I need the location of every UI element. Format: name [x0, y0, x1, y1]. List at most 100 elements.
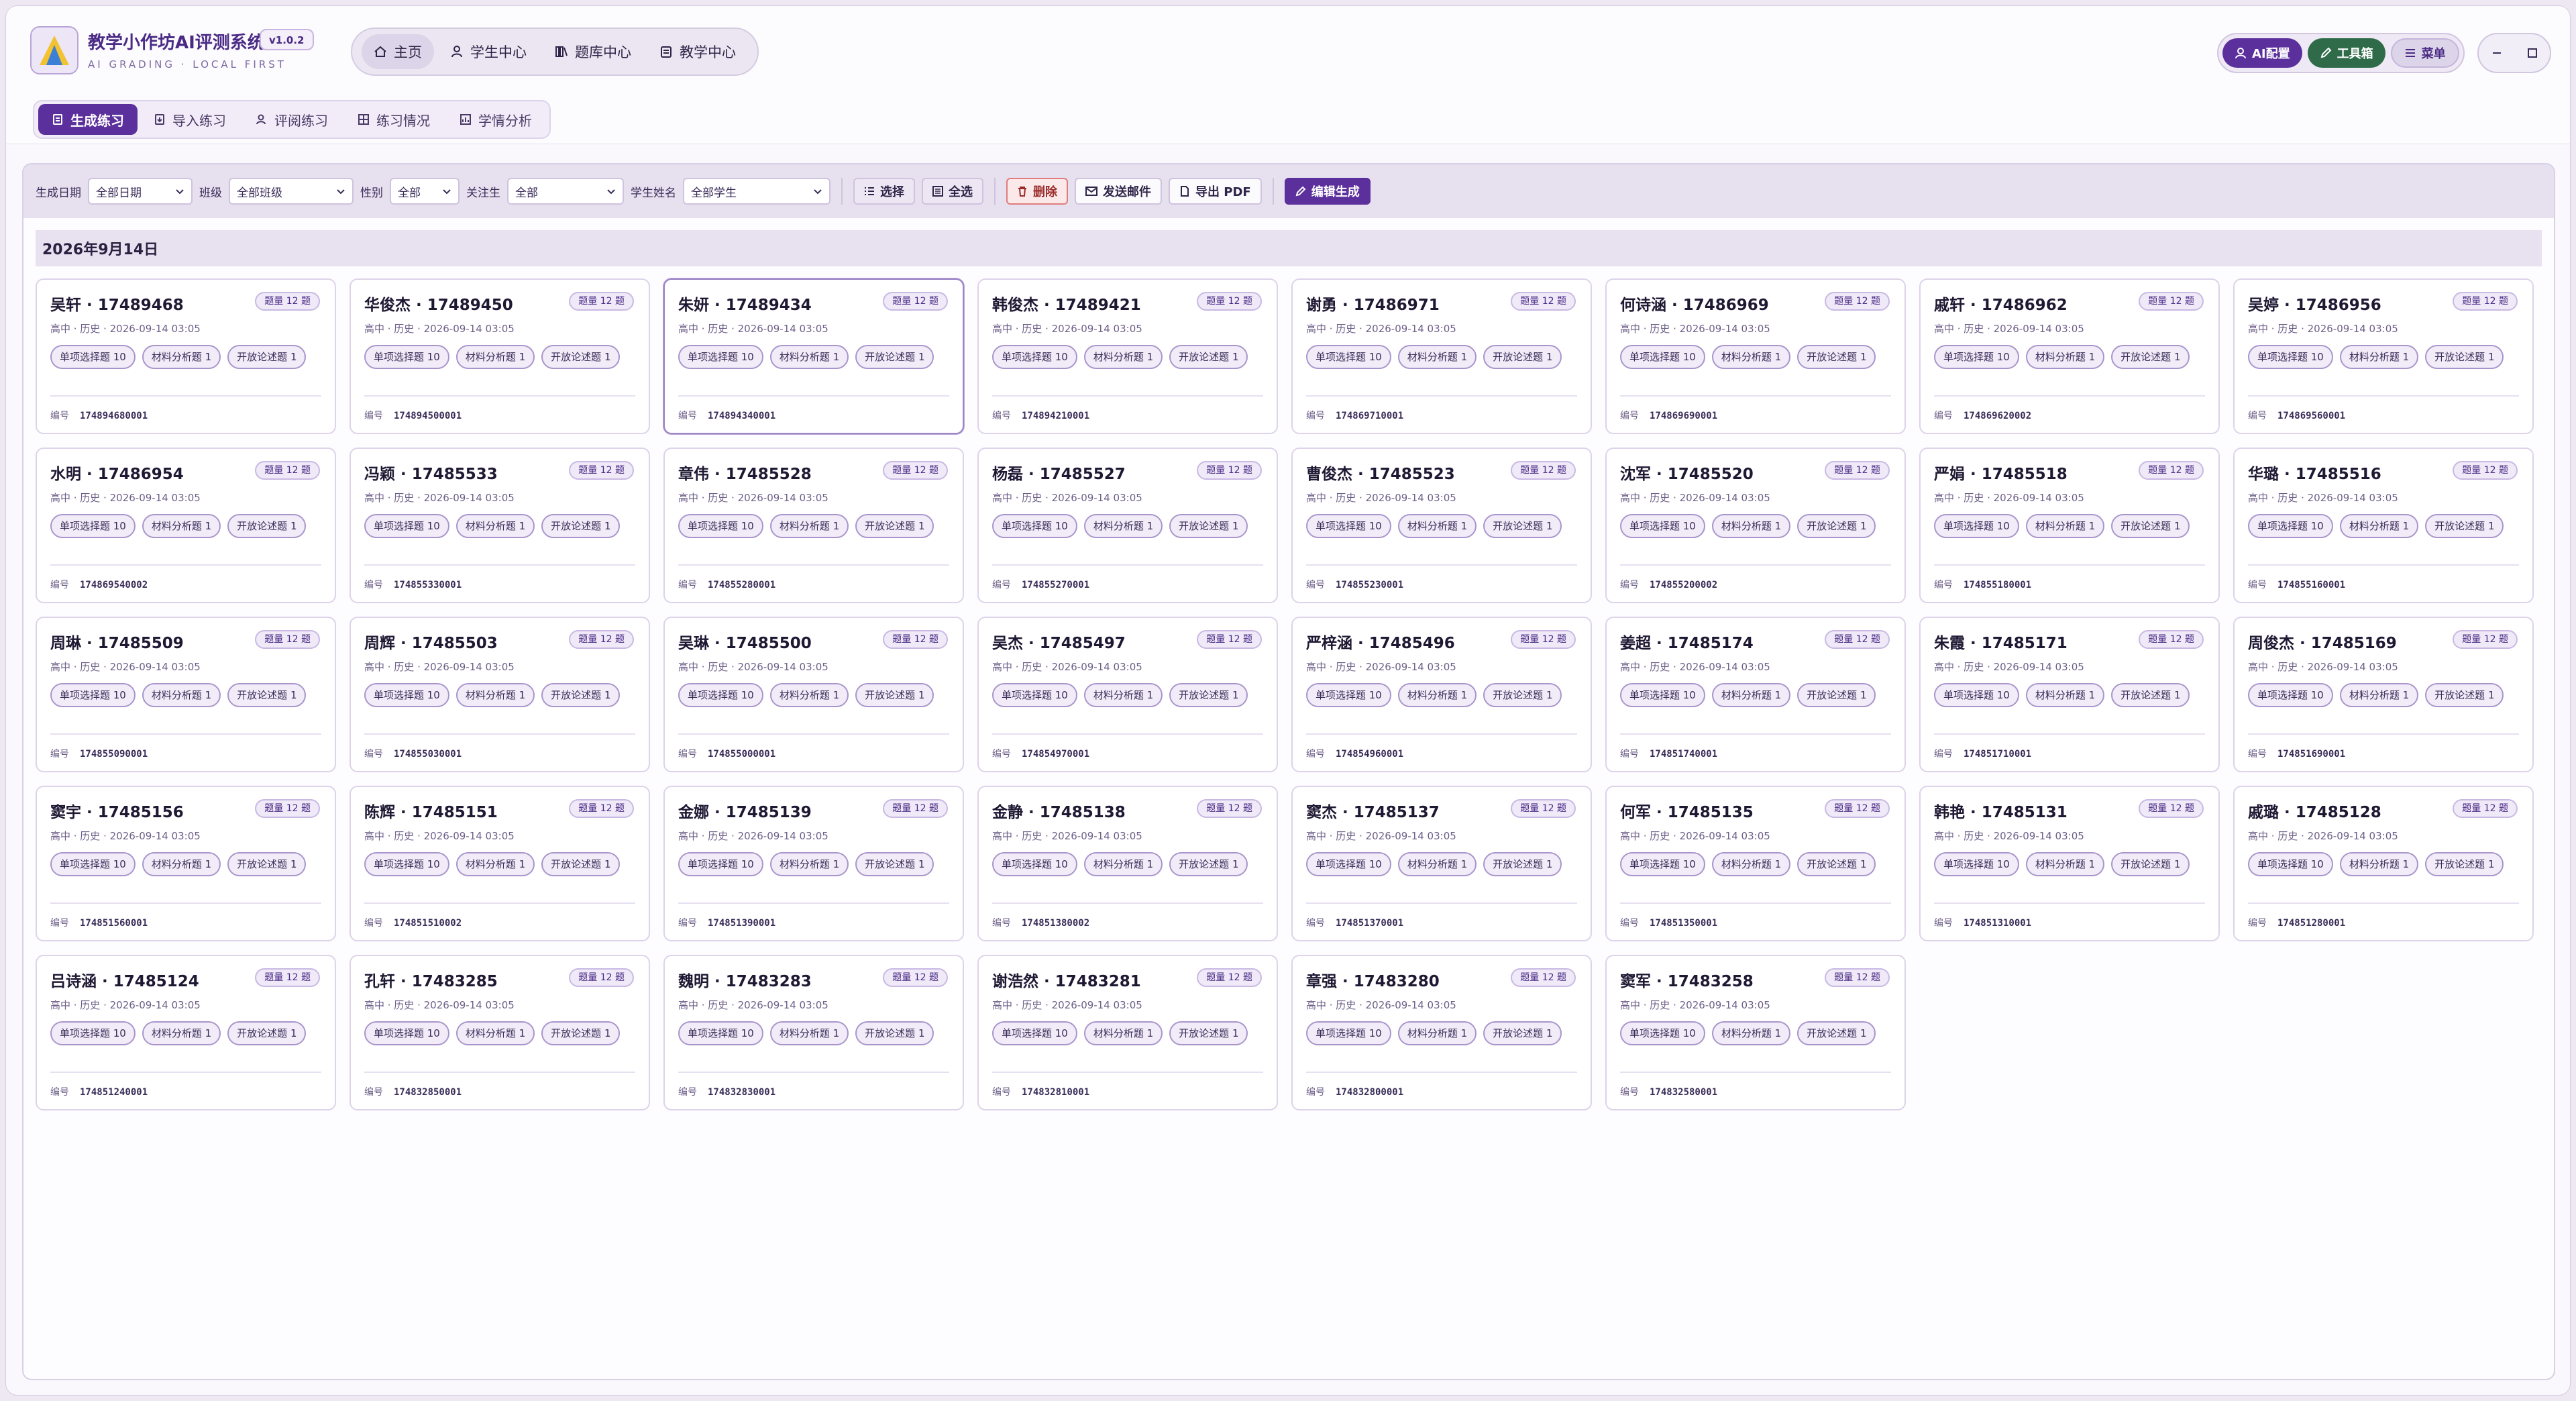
tab-practice-status[interactable]: 练习情况	[344, 104, 443, 135]
card-divider	[678, 564, 949, 566]
card-meta: 高中 · 历史 · 2026-09-14 03:05	[1934, 492, 2084, 504]
question-type-tags: 单项选择题 10 材料分析题 1 开放论述题 1	[678, 1021, 949, 1045]
practice-card[interactable]: 何诗涵 · 17486969 题量 12 题高中 · 历史 · 2026-09-1…	[1605, 278, 1906, 434]
maximize-icon[interactable]	[2526, 47, 2538, 59]
gender-filter-select[interactable]: 全部	[390, 178, 460, 205]
practice-card[interactable]: 吴婷 · 17486956 题量 12 题高中 · 历史 · 2026-09-14…	[2233, 278, 2534, 434]
menu-button[interactable]: 菜单	[2390, 38, 2459, 68]
delete-button[interactable]: 删除	[1006, 178, 1068, 205]
practice-card[interactable]: 沈军 · 17485520 题量 12 题高中 · 历史 · 2026-09-14…	[1605, 448, 1906, 603]
card-divider	[1306, 902, 1577, 904]
practice-card[interactable]: 陈辉 · 17485151 题量 12 题高中 · 历史 · 2026-09-14…	[350, 786, 650, 941]
name-filter-select[interactable]: 全部学生	[683, 178, 830, 205]
send-mail-button[interactable]: 发送邮件	[1075, 178, 1162, 205]
practice-card[interactable]: 魏明 · 17483283 题量 12 题高中 · 历史 · 2026-09-14…	[663, 955, 964, 1110]
practice-card[interactable]: 姜超 · 17485174 题量 12 题高中 · 历史 · 2026-09-14…	[1605, 617, 1906, 772]
tag-single-choice: 单项选择题 10	[50, 683, 136, 707]
card-divider	[1620, 564, 1891, 566]
practice-card[interactable]: 窦军 · 17483258 题量 12 题高中 · 历史 · 2026-09-14…	[1605, 955, 1906, 1110]
practice-card[interactable]: 吴杰 · 17485497 题量 12 题高中 · 历史 · 2026-09-14…	[977, 617, 1278, 772]
logo-icon	[40, 36, 69, 65]
practice-card[interactable]: 周辉 · 17485503 题量 12 题高中 · 历史 · 2026-09-14…	[350, 617, 650, 772]
practice-card[interactable]: 吕诗涵 · 17485124 题量 12 题高中 · 历史 · 2026-09-1…	[36, 955, 336, 1110]
card-code: 174851390001	[708, 918, 776, 929]
card-divider	[2248, 902, 2519, 904]
tab-learning-analysis[interactable]: 学情分析	[446, 104, 545, 135]
question-type-tags: 单项选择题 10 材料分析题 1 开放论述题 1	[1620, 852, 1891, 876]
practice-card[interactable]: 韩俊杰 · 17489421 题量 12 题高中 · 历史 · 2026-09-1…	[977, 278, 1278, 434]
practice-card[interactable]: 章强 · 17483280 题量 12 题高中 · 历史 · 2026-09-14…	[1291, 955, 1592, 1110]
toolbox-button[interactable]: 工具箱	[2307, 38, 2385, 68]
card-meta: 高中 · 历史 · 2026-09-14 03:05	[992, 830, 1142, 842]
practice-card[interactable]: 戚轩 · 17486962 题量 12 题高中 · 历史 · 2026-09-14…	[1919, 278, 2220, 434]
tag-material-analysis: 材料分析题 1	[455, 1021, 535, 1045]
practice-card[interactable]: 吴轩 · 17489468 题量 12 题高中 · 历史 · 2026-09-14…	[36, 278, 336, 434]
practice-card[interactable]: 周俊杰 · 17485169 题量 12 题高中 · 历史 · 2026-09-1…	[2233, 617, 2534, 772]
card-code: 174869710001	[1336, 411, 1404, 421]
card-code: 174855200002	[1650, 580, 1718, 590]
card-meta: 高中 · 历史 · 2026-09-14 03:05	[992, 999, 1142, 1011]
tag-material-analysis: 材料分析题 1	[1711, 514, 1791, 538]
practice-card[interactable]: 金静 · 17485138 题量 12 题高中 · 历史 · 2026-09-14…	[977, 786, 1278, 941]
practice-card[interactable]: 章伟 · 17485528 题量 12 题高中 · 历史 · 2026-09-14…	[663, 448, 964, 603]
minimize-icon[interactable]	[2491, 47, 2503, 59]
question-type-tags: 单项选择题 10 材料分析题 1 开放论述题 1	[992, 1021, 1263, 1045]
practice-card[interactable]: 韩艳 · 17485131 题量 12 题高中 · 历史 · 2026-09-14…	[1919, 786, 2220, 941]
practice-card[interactable]: 谢勇 · 17486971 题量 12 题高中 · 历史 · 2026-09-14…	[1291, 278, 1592, 434]
card-code: 174894680001	[80, 411, 148, 421]
class-filter-label: 班级	[199, 186, 222, 200]
practice-card[interactable]: 严娟 · 17485518 题量 12 题高中 · 历史 · 2026-09-14…	[1919, 448, 2220, 603]
select-button[interactable]: 选择	[853, 178, 915, 205]
question-type-tags: 单项选择题 10 材料分析题 1 开放论述题 1	[2248, 683, 2519, 707]
nav-question-bank[interactable]: 题库中心	[543, 34, 643, 69]
card-footer: 编号 174832850001	[364, 1085, 462, 1098]
practice-card[interactable]: 吴琳 · 17485500 题量 12 题高中 · 历史 · 2026-09-14…	[663, 617, 964, 772]
class-filter-select[interactable]: 全部班级	[229, 178, 354, 205]
practice-card[interactable]: 窦宇 · 17485156 题量 12 题高中 · 历史 · 2026-09-14…	[36, 786, 336, 941]
nav-student-center[interactable]: 学生中心	[438, 34, 539, 69]
practice-panel: 生成日期 全部日期 班级 全部班级 性别 全部 关注生 全部 学生姓名 全部学生…	[22, 163, 2555, 1380]
practice-card[interactable]: 朱霞 · 17485171 题量 12 题高中 · 历史 · 2026-09-14…	[1919, 617, 2220, 772]
nav-home[interactable]: 主页	[362, 34, 434, 69]
practice-card[interactable]: 谢浩然 · 17483281 题量 12 题高中 · 历史 · 2026-09-1…	[977, 955, 1278, 1110]
card-meta: 高中 · 历史 · 2026-09-14 03:05	[364, 999, 515, 1011]
practice-card[interactable]: 华俊杰 · 17489450 题量 12 题高中 · 历史 · 2026-09-1…	[350, 278, 650, 434]
practice-card[interactable]: 戚璐 · 17485128 题量 12 题高中 · 历史 · 2026-09-14…	[2233, 786, 2534, 941]
practice-card[interactable]: 孔轩 · 17483285 题量 12 题高中 · 历史 · 2026-09-14…	[350, 955, 650, 1110]
tab-review-practice[interactable]: 评阅练习	[242, 104, 341, 135]
code-label: 编号	[992, 1087, 1011, 1098]
practice-card[interactable]: 曹俊杰 · 17485523 题量 12 题高中 · 历史 · 2026-09-1…	[1291, 448, 1592, 603]
edit-generate-button[interactable]: 编辑生成	[1284, 178, 1371, 205]
tag-open-essay: 开放论述题 1	[1797, 1021, 1876, 1045]
nav-teaching-center-label: 教学中心	[680, 44, 736, 60]
card-meta: 高中 · 历史 · 2026-09-14 03:05	[1306, 323, 1456, 335]
practice-card[interactable]: 金娜 · 17485139 题量 12 题高中 · 历史 · 2026-09-14…	[663, 786, 964, 941]
card-divider	[364, 395, 635, 397]
practice-card[interactable]: 华璐 · 17485516 题量 12 题高中 · 历史 · 2026-09-14…	[2233, 448, 2534, 603]
card-divider	[1306, 733, 1577, 735]
tag-open-essay: 开放论述题 1	[1483, 345, 1562, 369]
card-footer: 编号 174894210001	[992, 409, 1089, 422]
nav-teaching-center[interactable]: 教学中心	[647, 34, 748, 69]
select-all-button[interactable]: 全选	[922, 178, 983, 205]
export-pdf-button[interactable]: 导出 PDF	[1169, 178, 1262, 205]
question-type-tags: 单项选择题 10 材料分析题 1 开放论述题 1	[364, 1021, 635, 1045]
tab-generate-practice[interactable]: 生成练习	[38, 104, 138, 135]
practice-card[interactable]: 水明 · 17486954 题量 12 题高中 · 历史 · 2026-09-14…	[36, 448, 336, 603]
practice-card[interactable]: 严梓涵 · 17485496 题量 12 题高中 · 历史 · 2026-09-1…	[1291, 617, 1592, 772]
focus-filter-select[interactable]: 全部	[507, 178, 624, 205]
practice-card[interactable]: 何军 · 17485135 题量 12 题高中 · 历史 · 2026-09-14…	[1605, 786, 1906, 941]
card-code: 174894340001	[708, 411, 776, 421]
practice-card[interactable]: 冯颖 · 17485533 题量 12 题高中 · 历史 · 2026-09-14…	[350, 448, 650, 603]
practice-card[interactable]: 杨磊 · 17485527 题量 12 题高中 · 历史 · 2026-09-14…	[977, 448, 1278, 603]
tab-import-practice[interactable]: 导入练习	[140, 104, 239, 135]
question-count-badge: 题量 12 题	[2453, 461, 2518, 480]
question-count-badge: 题量 12 题	[1511, 630, 1576, 649]
ai-config-button[interactable]: AI配置	[2222, 38, 2302, 68]
question-count-badge: 题量 12 题	[883, 968, 948, 987]
practice-card[interactable]: 周琳 · 17485509 题量 12 题高中 · 历史 · 2026-09-14…	[36, 617, 336, 772]
question-count-badge: 题量 12 题	[2139, 292, 2204, 311]
practice-card[interactable]: 窦杰 · 17485137 题量 12 题高中 · 历史 · 2026-09-14…	[1291, 786, 1592, 941]
practice-card[interactable]: 朱妍 · 17489434 题量 12 题高中 · 历史 · 2026-09-14…	[663, 278, 964, 434]
date-filter-select[interactable]: 全部日期	[88, 178, 193, 205]
